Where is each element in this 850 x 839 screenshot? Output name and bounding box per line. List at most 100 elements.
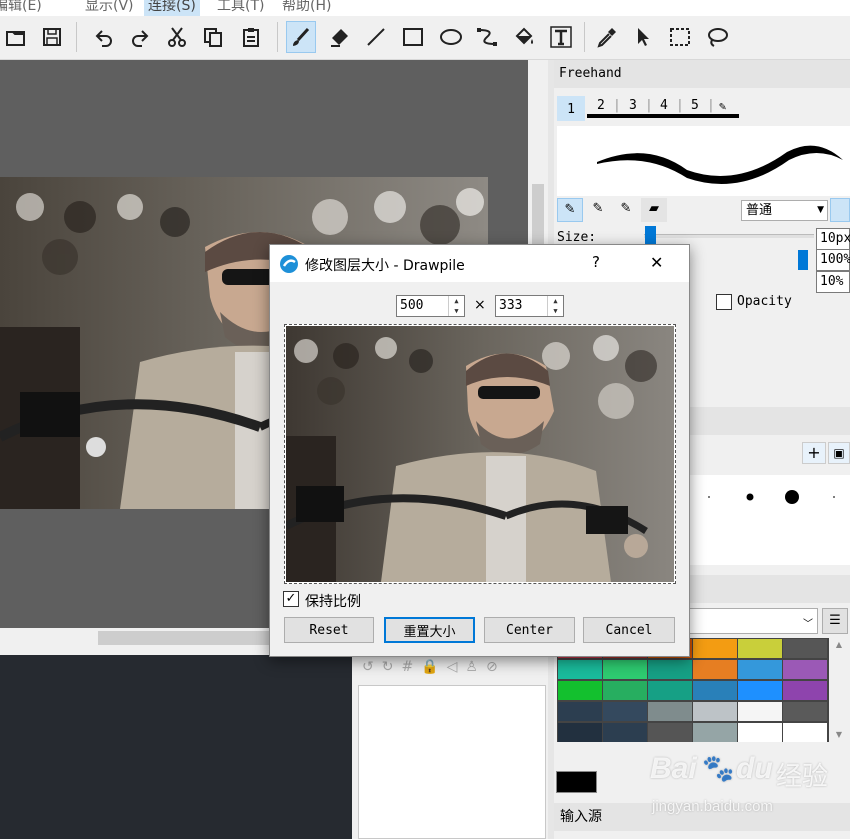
color-picker-icon[interactable] — [592, 21, 622, 53]
menu-session[interactable]: 连接(S) — [144, 0, 200, 16]
palette-swatch[interactable] — [603, 723, 647, 742]
open-icon[interactable] — [0, 21, 30, 53]
opacity-value-field[interactable]: 100% — [816, 249, 850, 271]
palette-swatch[interactable] — [738, 702, 782, 721]
palette-swatch[interactable] — [648, 723, 692, 742]
size-slider-track[interactable] — [644, 234, 814, 238]
size-value-field[interactable]: 10px — [816, 228, 850, 250]
menu-help[interactable]: 帮助(H) — [282, 0, 331, 16]
palette-swatch[interactable] — [693, 681, 737, 700]
smudge-brush-icon[interactable]: ✎ — [613, 198, 639, 222]
save-preset-icon[interactable]: ▣ — [828, 442, 850, 464]
pixel-brush-icon[interactable]: ✎ — [557, 198, 583, 222]
fill-bucket-icon[interactable] — [509, 21, 539, 53]
palette-swatch[interactable] — [558, 681, 602, 700]
brush-type-buttons: ✎ ✎ ✎ ▰ — [557, 198, 667, 222]
palette-menu-icon[interactable]: ☰ — [822, 608, 848, 634]
cut-icon[interactable] — [162, 21, 192, 53]
brush-slot-4[interactable]: 4 — [660, 96, 668, 116]
freehand-brush-icon[interactable] — [286, 21, 316, 53]
palette-select[interactable]: ﹀ — [688, 608, 818, 634]
palette-swatch[interactable] — [738, 660, 782, 679]
user-icon[interactable]: ♙ — [465, 659, 486, 675]
brush-slot-2[interactable]: 2 — [597, 96, 605, 116]
palette-swatch[interactable] — [693, 702, 737, 721]
center-button[interactable]: Center — [484, 617, 575, 643]
brush-slot-1[interactable]: 1 — [557, 96, 585, 121]
height-spin-arrows[interactable]: ▲ ▼ — [547, 296, 563, 316]
palette-swatch[interactable] — [693, 660, 737, 679]
hardness-value-field[interactable]: 10% — [816, 271, 850, 293]
undo-layer-icon[interactable]: ↺ — [362, 659, 382, 675]
palette-swatch[interactable] — [558, 702, 602, 721]
width-spin-arrows[interactable]: ▲ ▼ — [448, 296, 464, 316]
width-spinbox[interactable]: 500 ▲ ▼ — [396, 295, 465, 317]
opacity-checkbox[interactable] — [716, 294, 732, 310]
width-value: 500 — [400, 298, 424, 313]
lock-icon[interactable]: 🔒 — [421, 659, 446, 675]
blend-mode-select[interactable]: 普通 ▼ — [741, 200, 828, 221]
dialog-title: 修改图层大小 - Drawpile — [305, 258, 465, 274]
palette-swatch[interactable] — [558, 660, 602, 679]
palette-swatch[interactable] — [648, 702, 692, 721]
foreground-color-swatch[interactable] — [556, 771, 597, 793]
rect-select-icon[interactable] — [665, 21, 695, 53]
lasso-select-icon[interactable] — [702, 21, 732, 53]
palette-swatch[interactable] — [603, 660, 647, 679]
close-button[interactable]: ✕ — [650, 253, 663, 272]
undo-icon[interactable] — [89, 21, 119, 53]
palette-swatch[interactable] — [783, 639, 827, 658]
copy-icon[interactable] — [198, 21, 228, 53]
speaker-icon[interactable]: ◁ — [447, 659, 466, 675]
palette-scrollbar[interactable]: ▲ ▼ — [831, 640, 847, 770]
block-icon[interactable]: ⊘ — [486, 659, 506, 675]
grid-icon[interactable]: # — [401, 659, 421, 675]
line-icon[interactable] — [361, 21, 391, 53]
palette-swatch[interactable] — [738, 681, 782, 700]
redo-layer-icon[interactable]: ↻ — [382, 659, 402, 675]
palette-swatch[interactable] — [693, 639, 737, 658]
height-spinbox[interactable]: 333 ▲ ▼ — [495, 295, 564, 317]
lock-alpha-button[interactable] — [830, 198, 850, 222]
add-preset-icon[interactable]: + — [802, 442, 826, 464]
redo-icon[interactable] — [125, 21, 155, 53]
ellipse-icon[interactable] — [436, 21, 466, 53]
menu-tools[interactable]: 工具(T) — [217, 0, 264, 16]
menu-view[interactable]: 显示(V) — [85, 0, 134, 16]
brush-slot-5[interactable]: 5 — [691, 96, 699, 116]
save-icon[interactable] — [37, 21, 67, 53]
size-slider-thumb[interactable] — [645, 226, 656, 246]
rectangle-icon[interactable] — [398, 21, 428, 53]
brush-slot-3[interactable]: 3 — [629, 96, 637, 116]
keep-aspect-checkbox[interactable]: ✓ — [283, 591, 299, 607]
eraser-mode-icon[interactable]: ▰ — [641, 198, 667, 222]
palette-swatch[interactable] — [738, 639, 782, 658]
layer-list[interactable] — [358, 685, 546, 839]
resize-preview-frame[interactable] — [284, 324, 676, 584]
palette-swatch[interactable] — [648, 660, 692, 679]
palette-swatch[interactable] — [738, 723, 782, 742]
move-pointer-icon[interactable] — [628, 21, 658, 53]
reset-button[interactable]: Reset — [284, 617, 374, 643]
cancel-button[interactable]: Cancel — [583, 617, 675, 643]
brush-stroke-preview — [557, 126, 850, 196]
opacity-slider-thumb[interactable] — [798, 250, 808, 270]
palette-swatch[interactable] — [783, 702, 827, 721]
menu-edit[interactable]: 编辑(E) — [0, 0, 42, 16]
paste-icon[interactable] — [236, 21, 266, 53]
palette-swatch[interactable] — [783, 723, 827, 742]
resize-button[interactable]: 重置大小 — [384, 617, 475, 643]
help-button[interactable]: ? — [592, 253, 600, 271]
palette-swatch[interactable] — [603, 681, 647, 700]
soft-brush-icon[interactable]: ✎ — [585, 198, 611, 222]
palette-swatch[interactable] — [693, 723, 737, 742]
palette-swatch[interactable] — [558, 723, 602, 742]
eraser-slot-icon[interactable]: ✎ — [719, 96, 726, 116]
text-icon[interactable] — [546, 21, 576, 53]
palette-swatch[interactable] — [783, 681, 827, 700]
palette-swatch[interactable] — [603, 702, 647, 721]
palette-swatch[interactable] — [648, 681, 692, 700]
palette-swatch[interactable] — [783, 660, 827, 679]
bezier-icon[interactable] — [472, 21, 502, 53]
eraser-icon[interactable] — [324, 21, 354, 53]
